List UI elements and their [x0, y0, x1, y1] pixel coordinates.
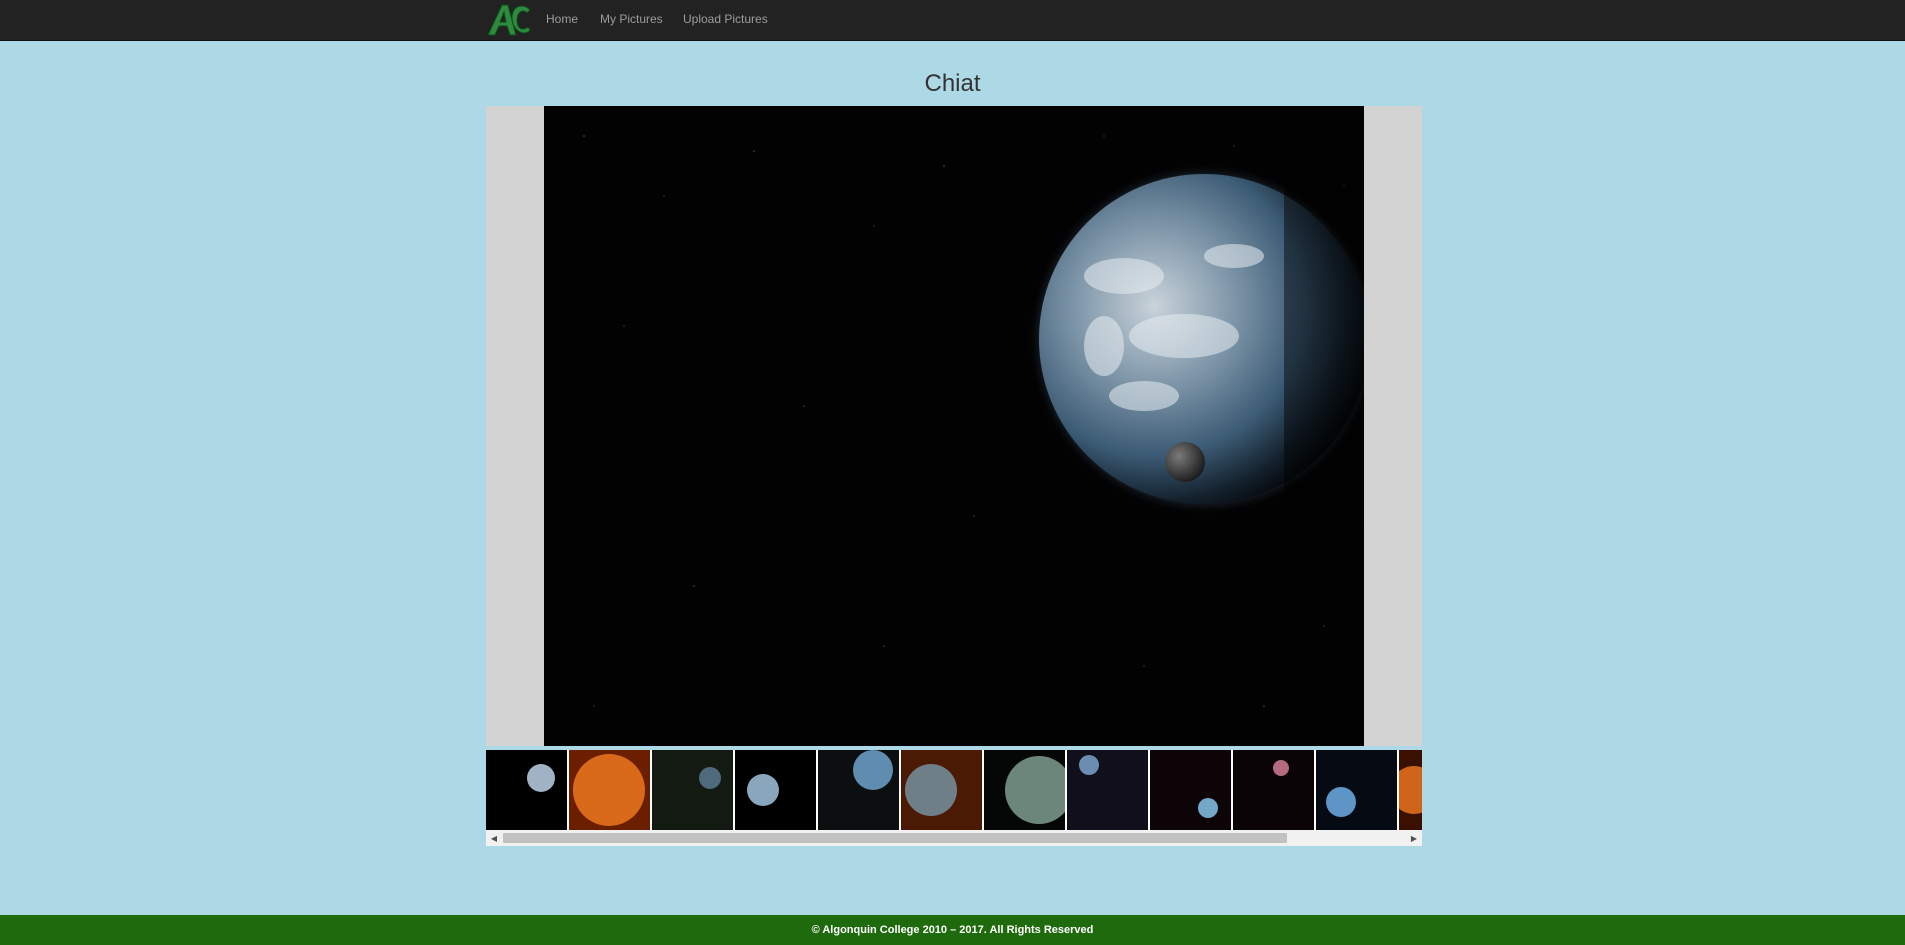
top-navbar: Home My Pictures Upload Pictures	[0, 0, 1905, 40]
scroll-left-arrow-icon[interactable]: ◀	[486, 830, 502, 846]
planet-thumbnail-icon	[569, 750, 650, 830]
planet-thumbnail-icon	[1067, 750, 1148, 830]
thumbnail-strip[interactable]	[486, 750, 1422, 830]
planet-thumbnail-icon	[735, 750, 816, 830]
planet-thumbnail-icon	[1399, 750, 1422, 830]
thumbnail-9[interactable]	[1150, 750, 1231, 830]
thumbnail-6[interactable]	[901, 750, 982, 830]
planet-thumbnail-icon	[984, 750, 1065, 830]
thumbnail-10[interactable]	[1233, 750, 1314, 830]
thumbnail-scrollbar[interactable]: ◀ ▶	[486, 830, 1422, 846]
thumbnail-7[interactable]	[984, 750, 1065, 830]
planet-thumbnail-icon	[652, 750, 733, 830]
scroll-right-arrow-icon[interactable]: ▶	[1406, 830, 1422, 846]
planet-thumbnail-icon	[818, 750, 899, 830]
nav-link-upload-pictures[interactable]: Upload Pictures	[683, 12, 768, 26]
planet-thumbnail-icon	[1233, 750, 1314, 830]
nav-link-my-pictures[interactable]: My Pictures	[600, 12, 663, 26]
thumbnail-8[interactable]	[1067, 750, 1148, 830]
nav-link-home[interactable]: Home	[546, 12, 578, 26]
image-viewer	[486, 106, 1422, 746]
algonquin-college-logo[interactable]	[486, 2, 531, 37]
copyright-text: © Algonquin College 2010 – 2017. All Rig…	[811, 924, 1094, 936]
album-title: Chiat	[924, 70, 981, 97]
thumbnail-1[interactable]	[486, 750, 567, 830]
selected-picture	[544, 106, 1364, 746]
scrollbar-thumb[interactable]	[503, 833, 1287, 843]
page-footer: © Algonquin College 2010 – 2017. All Rig…	[0, 915, 1905, 945]
thumbnail-4[interactable]	[735, 750, 816, 830]
planet-thumbnail-icon	[1316, 750, 1397, 830]
planet-thumbnail-icon	[1150, 750, 1231, 830]
planet-image	[544, 106, 1364, 746]
planet-thumbnail-icon	[486, 750, 567, 830]
thumbnail-5[interactable]	[818, 750, 899, 830]
planet-thumbnail-icon	[901, 750, 982, 830]
thumbnail-2[interactable]	[569, 750, 650, 830]
thumbnail-12[interactable]	[1399, 750, 1422, 830]
thumbnail-3[interactable]	[652, 750, 733, 830]
thumbnail-11[interactable]	[1316, 750, 1397, 830]
